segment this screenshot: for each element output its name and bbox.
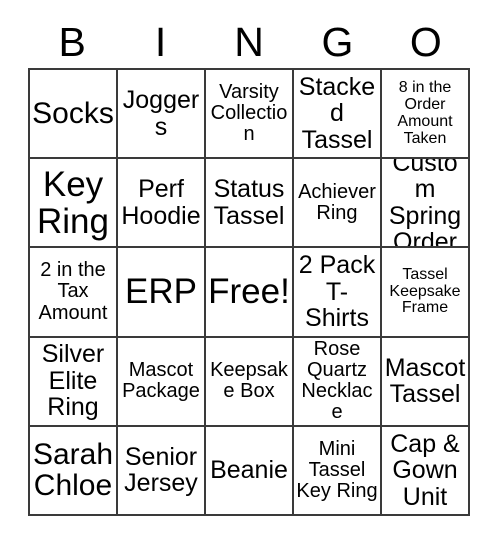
bingo-cell-b5[interactable]: Sarah Chloe <box>30 426 118 516</box>
bingo-cell-label: Achiever Ring <box>298 180 376 224</box>
bingo-cell-g2[interactable]: Achiever Ring <box>294 159 382 249</box>
bingo-cell-free-space[interactable]: Free! <box>206 248 294 338</box>
bingo-cell-g3[interactable]: 2 Pack T-Shirts <box>294 248 382 338</box>
bingo-cell-o1[interactable]: 8 in the Order Amount Taken <box>382 70 470 160</box>
bingo-cell-label: Socks <box>32 96 114 130</box>
bingo-cell-label: 8 in the Order Amount Taken <box>397 78 453 147</box>
bingo-cell-label: Sarah Chloe <box>32 437 114 503</box>
bingo-cell-g4[interactable]: Rose Quartz Necklace <box>294 337 382 427</box>
bingo-cell-g1[interactable]: Stacked Tassel <box>294 70 382 160</box>
bingo-header-letter-o: O <box>409 18 442 65</box>
bingo-card: B I N G O Socks Joggers Varsity Collecti… <box>0 0 500 544</box>
bingo-cell-label: Silver Elite Ring <box>41 340 105 422</box>
bingo-cell-label: Senior Jersey <box>124 442 198 498</box>
bingo-cell-b3[interactable]: 2 in the Tax Amount <box>30 248 118 338</box>
bingo-cell-label: Joggers <box>122 86 200 141</box>
bingo-cell-label: ERP <box>125 272 197 312</box>
bingo-cell-b4[interactable]: Silver Elite Ring <box>30 337 118 427</box>
bingo-cell-o3[interactable]: Tassel Keepsake Frame <box>382 248 470 338</box>
bingo-cell-label: Varsity Collection <box>210 80 288 146</box>
bingo-header-row: B I N G O <box>28 16 470 68</box>
bingo-header-letter-b: B <box>58 18 86 65</box>
bingo-cell-o2[interactable]: Custom Spring Order <box>382 159 470 249</box>
bingo-header-letter-g: G <box>321 18 354 65</box>
bingo-cell-i3[interactable]: ERP <box>118 248 206 338</box>
bingo-cell-i4[interactable]: Mascot Package <box>118 337 206 427</box>
bingo-cell-label: Mascot Tassel <box>384 353 466 409</box>
bingo-cell-label: Key Ring <box>37 164 109 241</box>
bingo-cell-o5[interactable]: Cap & Gown Unit <box>382 426 470 516</box>
bingo-cell-label: Perf Hoodie <box>121 175 201 230</box>
bingo-cell-label: Custom Spring Order <box>388 159 462 249</box>
bingo-cell-n4[interactable]: Keepsake Box <box>206 337 294 427</box>
bingo-grid: Socks Joggers Varsity Collection Stacked… <box>28 68 470 516</box>
bingo-cell-label: Cap & Gown Unit <box>390 429 460 511</box>
bingo-cell-g5[interactable]: Mini Tassel Key Ring <box>294 426 382 516</box>
bingo-cell-n2[interactable]: Status Tassel <box>206 159 294 249</box>
bingo-header-letter-i: I <box>154 18 167 65</box>
bingo-cell-label: 2 in the Tax Amount <box>38 259 108 324</box>
bingo-cell-i1[interactable]: Joggers <box>118 70 206 160</box>
bingo-cell-n5[interactable]: Beanie <box>206 426 294 516</box>
bingo-cell-o4[interactable]: Mascot Tassel <box>382 337 470 427</box>
bingo-cell-i5[interactable]: Senior Jersey <box>118 426 206 516</box>
bingo-cell-b1[interactable]: Socks <box>30 70 118 160</box>
bingo-cell-label: Tassel Keepsake Frame <box>389 265 461 317</box>
bingo-cell-label: Free! <box>208 272 290 312</box>
bingo-cell-label: Beanie <box>210 456 288 485</box>
bingo-cell-i2[interactable]: Perf Hoodie <box>118 159 206 249</box>
bingo-cell-label: Mascot Package <box>122 359 200 403</box>
bingo-cell-label: Mini Tassel Key Ring <box>296 437 378 502</box>
bingo-cell-n1[interactable]: Varsity Collection <box>206 70 294 160</box>
bingo-cell-label: Stacked Tassel <box>298 72 376 154</box>
bingo-cell-label: 2 Pack T-Shirts <box>298 251 376 333</box>
bingo-cell-b2[interactable]: Key Ring <box>30 159 118 249</box>
bingo-header-letter-n: N <box>234 18 264 65</box>
bingo-cell-label: Keepsake Box <box>210 359 288 403</box>
bingo-cell-label: Status Tassel <box>213 175 285 230</box>
bingo-cell-label: Rose Quartz Necklace <box>301 337 373 424</box>
